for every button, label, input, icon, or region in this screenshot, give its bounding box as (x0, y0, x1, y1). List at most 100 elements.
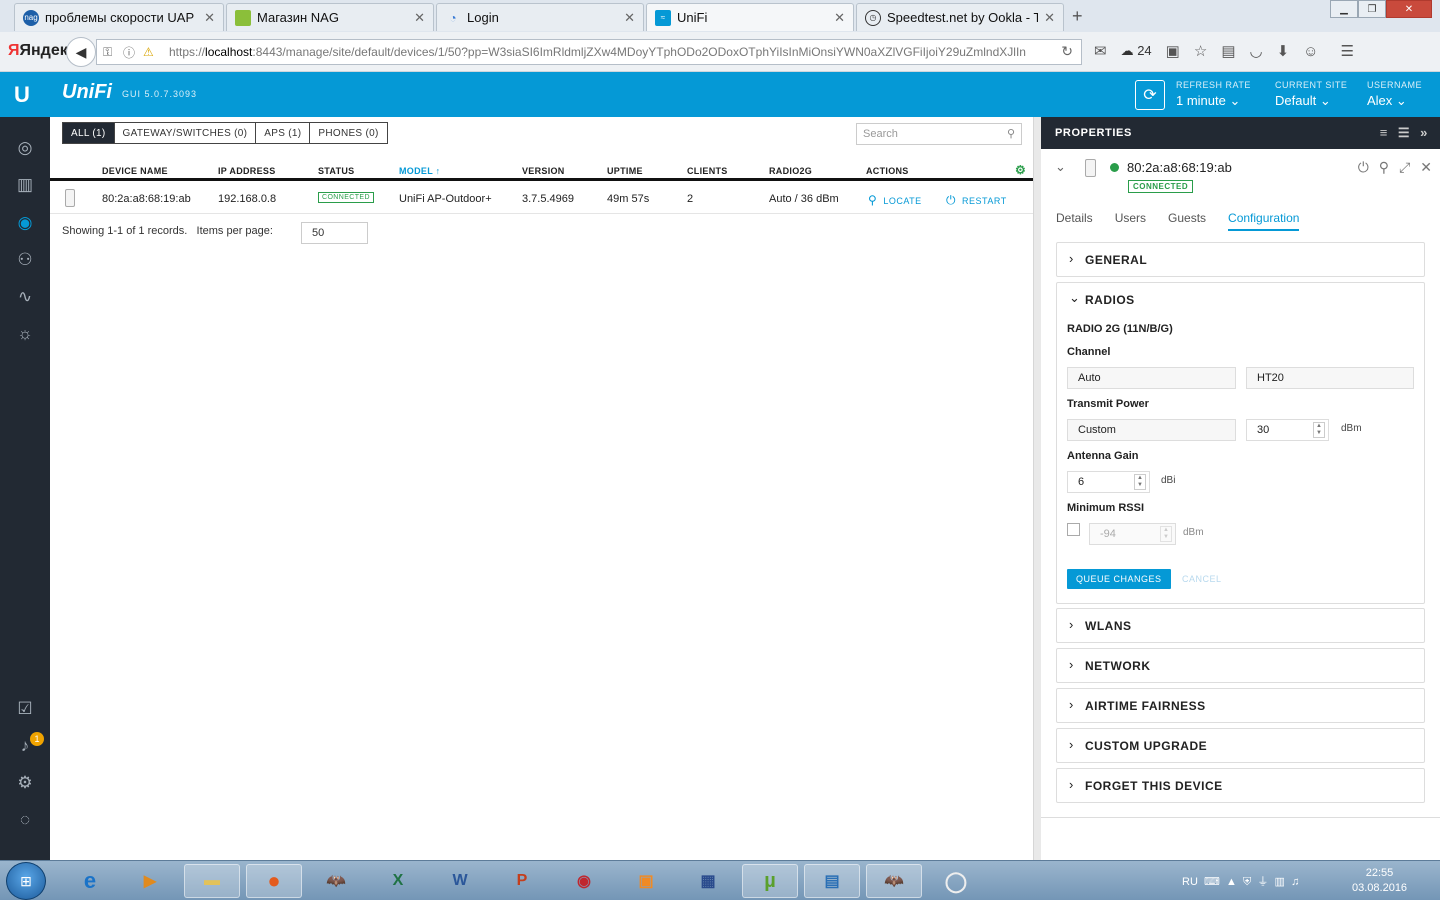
settings-gear-icon[interactable]: ⚙ (14, 772, 36, 794)
col-model[interactable]: MODEL ↑ (399, 166, 440, 176)
restart-button[interactable]: ⏻ RESTART (946, 193, 1007, 208)
channel-width-select[interactable]: HT20 (1246, 367, 1414, 389)
expand-icon[interactable]: ⤢ (1399, 159, 1410, 176)
col-clients[interactable]: CLIENTS (687, 166, 728, 176)
info-icon[interactable]: ⓘ (123, 44, 139, 61)
stepper-icon[interactable]: ▲ ▼ (1313, 422, 1325, 438)
tab-configuration[interactable]: Configuration (1228, 211, 1300, 231)
the-bat-window-icon[interactable]: 🦇 (866, 864, 922, 898)
list-icon[interactable]: ☰ (1398, 125, 1410, 141)
pdf-app-icon[interactable]: ▣ (618, 864, 674, 898)
transmit-power-mode-select[interactable]: Custom (1067, 419, 1236, 441)
antenna-gain-input[interactable]: 6 ▲ ▼ (1067, 471, 1150, 493)
excel-icon[interactable]: X (370, 864, 426, 898)
cancel-button[interactable]: CANCEL (1182, 574, 1222, 584)
system-clock[interactable]: 22:55 03.08.2016 (1352, 866, 1407, 896)
locate-button[interactable]: ⚲ LOCATE (868, 193, 922, 207)
col-device-name[interactable]: DEVICE NAME (102, 166, 168, 176)
power-icon[interactable]: ⏻ (1358, 159, 1369, 176)
close-tab-icon[interactable]: ✕ (414, 10, 425, 26)
filter-phones[interactable]: PHONES (0) (309, 122, 388, 144)
network-app-icon[interactable]: ▦ (680, 864, 736, 898)
menu-icon[interactable]: ☰ (1341, 42, 1354, 60)
user-menu[interactable]: USERNAME Alex ⌄ (1367, 80, 1422, 109)
tab-users[interactable]: Users (1115, 211, 1146, 231)
section-forget-device[interactable]: › FORGET THIS DEVICE (1056, 768, 1425, 803)
close-tab-icon[interactable]: ✕ (1044, 10, 1055, 26)
windows-start-icon[interactable]: ⊞ (6, 862, 46, 900)
word-icon[interactable]: W (432, 864, 488, 898)
chevron-down-icon[interactable]: ⌄ (1055, 159, 1066, 175)
firefox-icon[interactable]: ● (246, 864, 302, 898)
cell-device-name[interactable]: 80:2a:a8:68:19:ab (102, 193, 191, 205)
filter-aps[interactable]: APS (1) (255, 122, 311, 144)
refresh-rate-selector[interactable]: REFRESH RATE 1 minute ⌄ (1176, 80, 1251, 109)
map-icon[interactable]: ▥ (14, 174, 36, 196)
new-tab-icon[interactable]: + (1072, 6, 1083, 27)
refresh-icon[interactable]: ⟳ (1135, 80, 1165, 110)
close-tab-icon[interactable]: ✕ (204, 10, 215, 26)
collapse-panel-icon[interactable]: » (1420, 125, 1428, 141)
ubiquiti-logo-icon[interactable]: U (14, 82, 30, 108)
browser-tab-speedtest[interactable]: ◷ Speedtest.net by Ookla - T... ✕ (856, 3, 1064, 31)
powerpoint-icon[interactable]: P (494, 864, 550, 898)
section-general[interactable]: › GENERAL (1056, 242, 1425, 277)
list-compact-icon[interactable]: ≡ (1380, 125, 1388, 141)
section-airtime-fairness[interactable]: › AIRTIME FAIRNESS (1056, 688, 1425, 723)
browser-tab-unifi[interactable]: ≈ UniFi ✕ (646, 3, 854, 31)
window-close-icon[interactable]: ✕ (1386, 0, 1432, 18)
media-player-icon[interactable]: ▶ (122, 864, 178, 898)
section-custom-upgrade[interactable]: › CUSTOM UPGRADE (1056, 728, 1425, 763)
panel-divider[interactable] (1033, 117, 1041, 860)
keyboard-icon[interactable]: ⌨ (1204, 876, 1220, 888)
stepper-icon[interactable]: ▲ ▼ (1134, 474, 1146, 490)
mail-icon[interactable]: ✉ (1094, 42, 1107, 60)
column-settings-icon[interactable]: ⚙ (1015, 163, 1026, 177)
browser-tab-nag-shop[interactable]: Магазин NAG ✕ (226, 3, 434, 31)
section-radios-header[interactable]: ⌄ RADIOS (1057, 283, 1424, 317)
key-icon[interactable]: ⚿ (103, 45, 119, 60)
table-row[interactable]: 80:2a:a8:68:19:ab 192.168.0.8 CONNECTED … (50, 184, 1033, 214)
section-wlans[interactable]: › WLANS (1056, 608, 1425, 643)
close-icon[interactable]: ✕ (1420, 159, 1432, 176)
filter-all[interactable]: ALL (1) (62, 122, 115, 144)
volume-icon[interactable]: ♫ (1291, 876, 1299, 888)
support-chat-icon[interactable]: ◌ (14, 809, 36, 831)
minimum-rssi-checkbox[interactable] (1067, 523, 1080, 536)
tasks-icon[interactable]: ☑ (14, 698, 36, 720)
the-bat-icon[interactable]: 🦇 (308, 864, 364, 898)
download-icon[interactable]: ⬇ (1277, 42, 1290, 60)
chat-icon[interactable]: ☺ (1303, 43, 1318, 60)
browser-tab-uap[interactable]: nag проблемы скорости UAP ... ✕ (14, 3, 224, 31)
language-indicator[interactable]: RU (1182, 876, 1198, 888)
transmit-power-input[interactable]: 30 ▲ ▼ (1246, 419, 1329, 441)
col-ip-address[interactable]: IP ADDRESS (218, 166, 276, 176)
dashboard-icon[interactable]: ◎ (14, 137, 36, 159)
disc-app-icon[interactable]: ◯ (928, 864, 984, 898)
statistics-icon[interactable]: ∿ (14, 286, 36, 308)
items-per-page-input[interactable]: 50 (301, 222, 368, 244)
back-arrow-icon[interactable]: ◀ (66, 37, 96, 67)
restore-icon[interactable]: ❐ (1358, 0, 1386, 18)
internet-explorer-icon[interactable]: e (62, 864, 118, 898)
utorrent-icon[interactable]: µ (742, 864, 798, 898)
network-tray-icon[interactable]: ▥ (1275, 876, 1285, 888)
tray-expand-icon[interactable]: ▲ (1226, 876, 1237, 888)
search-input[interactable]: Search ⚲ (856, 123, 1022, 145)
security-icon[interactable]: ⛨ (1243, 876, 1251, 888)
url-field[interactable]: ⚿ ⓘ ⚠ https://localhost:8443/manage/site… (96, 39, 1082, 65)
insights-icon[interactable]: ☼ (14, 323, 36, 345)
locate-pin-icon[interactable]: ⚲ (1379, 159, 1389, 176)
weather-widget[interactable]: ☁ 24 (1121, 43, 1152, 59)
camera-app-icon[interactable]: ◉ (556, 864, 612, 898)
devices-icon[interactable]: ◉ (14, 212, 36, 234)
bookmarks-icon[interactable]: ▤ (1221, 42, 1235, 60)
translate-icon[interactable]: ▣ (1166, 42, 1180, 60)
file-explorer-icon[interactable]: ▬ (184, 864, 240, 898)
tab-details[interactable]: Details (1056, 211, 1093, 231)
col-radio2g[interactable]: RADIO2G (769, 166, 812, 176)
filter-gateways-switches[interactable]: GATEWAY/SWITCHES (0) (113, 122, 257, 144)
col-uptime[interactable]: UPTIME (607, 166, 643, 176)
channel-select[interactable]: Auto (1067, 367, 1236, 389)
section-network[interactable]: › NETWORK (1056, 648, 1425, 683)
